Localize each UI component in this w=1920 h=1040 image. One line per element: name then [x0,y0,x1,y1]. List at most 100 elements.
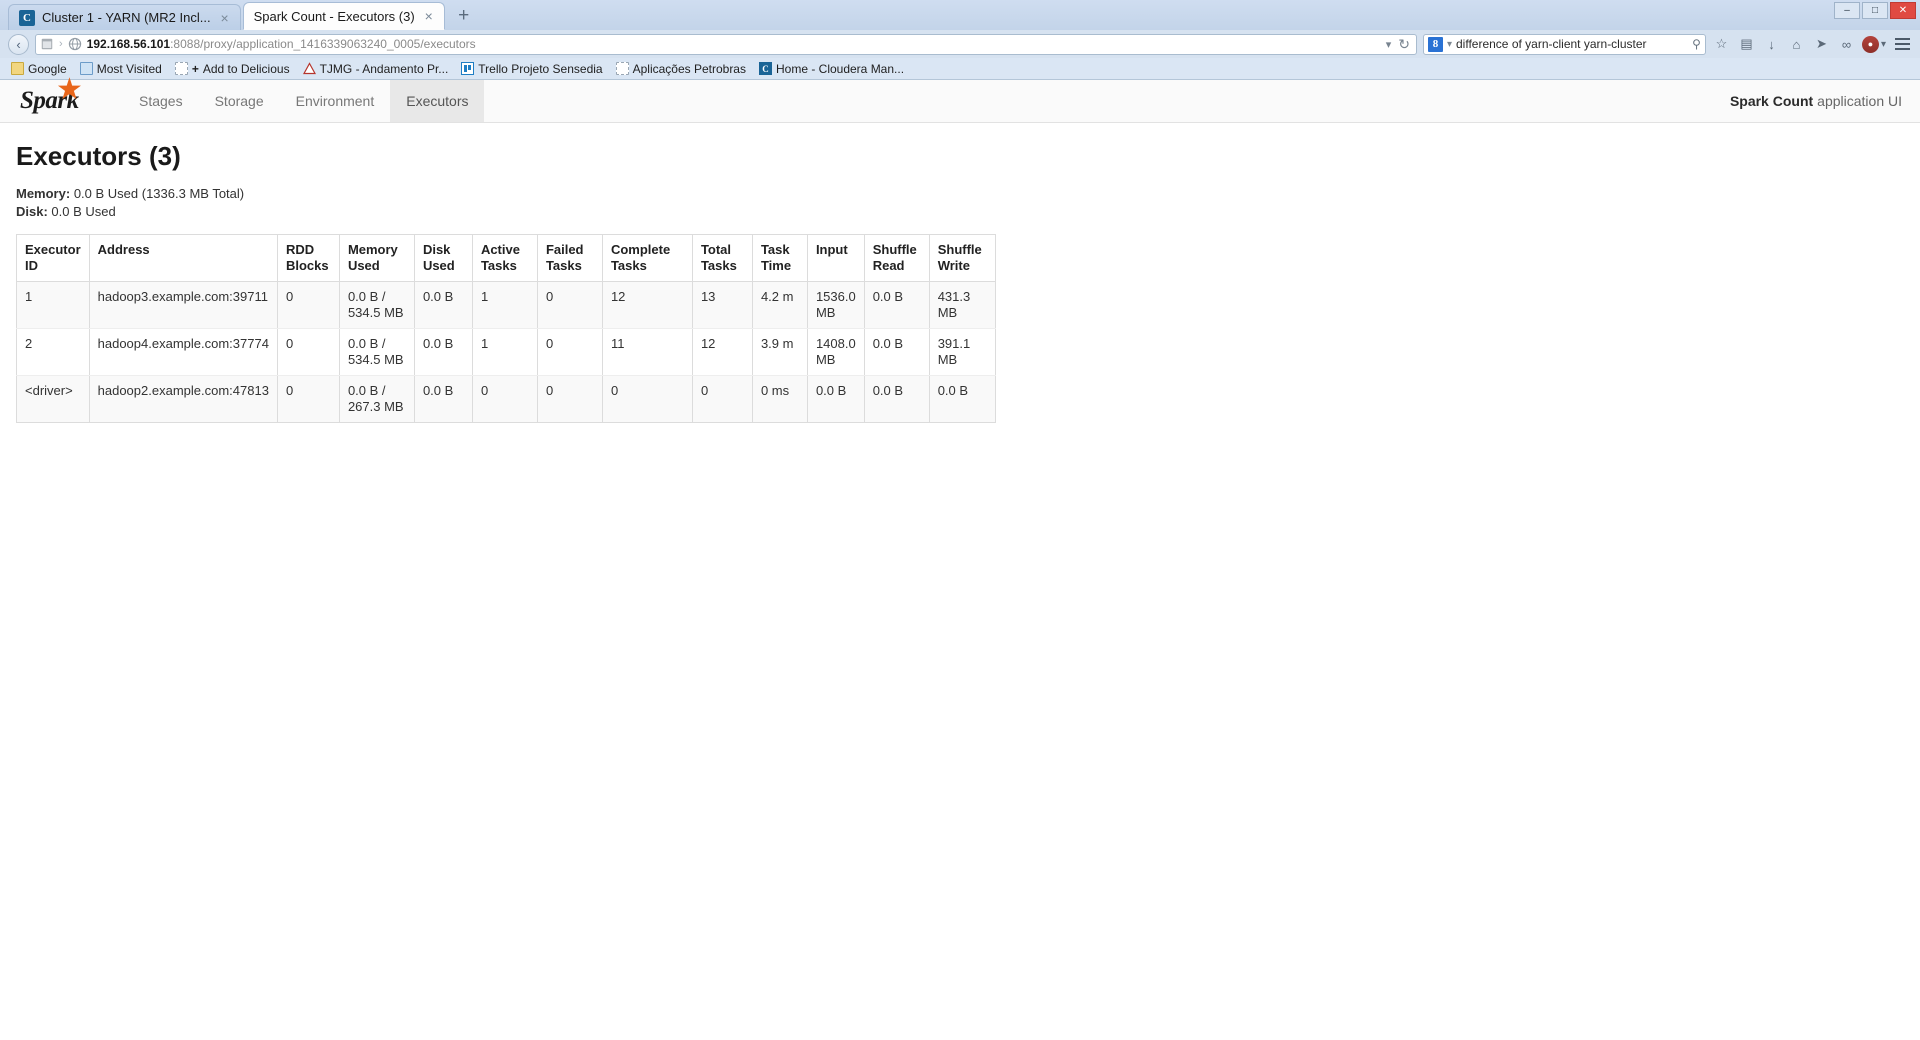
column-header-total-tasks[interactable]: Total Tasks [692,234,753,282]
menu-line [1894,48,1910,50]
browser-tab-spark[interactable]: Spark Count - Executors (3) × [242,2,445,30]
cell-rdd-blocks: 0 [277,328,340,376]
cell-executor-id: 2 [16,328,90,376]
memory-value: 0.0 B Used (1336.3 MB Total) [73,186,245,201]
navigation-toolbar: ‹ › 192.168.56.101:8088/proxy/applicatio… [0,30,1920,58]
address-bar[interactable]: › 192.168.56.101:8088/proxy/application_… [35,33,1417,55]
cell-total-tasks: 0 [692,375,753,423]
tab-strip: C Cluster 1 - YARN (MR2 Incl... × Spark … [0,0,1920,30]
cell-address: hadoop2.example.com:47813 [89,375,278,423]
cell-address: hadoop3.example.com:39711 [89,281,278,329]
column-header-address[interactable]: Address [89,234,278,282]
cell-total-tasks: 12 [692,328,753,376]
bookmark-label: TJMG - Andamento Pr... [319,61,449,76]
bookmark-most-visited[interactable]: Most Visited [75,61,167,77]
summary-block: Memory: 0.0 B Used (1336.3 MB Total) Dis… [16,186,1920,220]
main-content: Executors (3) Memory: 0.0 B Used (1336.3… [0,123,1920,423]
disk-summary: Disk: 0.0 B Used [16,204,1920,220]
close-window-button[interactable]: ✕ [1890,2,1916,19]
cell-shuffle-read: 0.0 B [864,375,930,423]
reload-icon[interactable]: ↻ [1398,36,1410,53]
cell-complete-tasks: 12 [602,281,693,329]
site-identity-icon [41,38,53,50]
browser-tab-cluster[interactable]: C Cluster 1 - YARN (MR2 Incl... × [8,4,241,30]
url-path: :8088/proxy/application_1416339063240_00… [170,37,476,51]
bookmark-cloudera[interactable]: C Home - Cloudera Man... [754,61,909,77]
cell-input: 0.0 B [807,375,865,423]
maximize-button[interactable]: □ [1862,2,1888,19]
cell-shuffle-write: 0.0 B [929,375,996,423]
sync-icon[interactable]: ∞ [1837,35,1856,54]
search-input[interactable]: difference of yarn-client yarn-cluster [1456,37,1688,51]
home-icon[interactable]: ⌂ [1787,35,1806,54]
column-header-disk-used[interactable]: Disk Used [414,234,473,282]
google-icon[interactable]: 8 [1427,36,1443,52]
address-bar-actions: ▾ ↻ [1386,36,1412,53]
bookmark-trello[interactable]: Trello Projeto Sensedia [456,61,607,77]
nav-item-storage[interactable]: Storage [199,80,280,122]
column-header-active-tasks[interactable]: Active Tasks [472,234,538,282]
bookmark-label: Home - Cloudera Man... [775,61,905,76]
hamburger-menu-button[interactable] [1892,38,1912,50]
bookmark-tjmg[interactable]: TJMG - Andamento Pr... [298,61,454,77]
column-header-shuffle-write[interactable]: Shuffle Write [929,234,996,282]
bookmark-star-icon[interactable]: ☆ [1712,35,1731,54]
nav-item-environment[interactable]: Environment [280,80,391,122]
downloads-icon[interactable]: ↓ [1762,35,1781,54]
memory-summary: Memory: 0.0 B Used (1336.3 MB Total) [16,186,1920,202]
nav-item-executors[interactable]: Executors [390,80,485,122]
dotted-icon [174,62,188,75]
cell-shuffle-write: 391.1 MB [929,328,996,376]
search-icon[interactable]: ⚲ [1692,37,1701,51]
bookmark-label: Trello Projeto Sensedia [478,61,603,76]
cell-memory-used: 0.0 B / 534.5 MB [339,281,415,329]
cell-input: 1408.0 MB [807,328,865,376]
close-icon[interactable]: × [218,11,232,25]
folder-icon [11,62,24,75]
cell-complete-tasks: 11 [602,328,693,376]
search-bar[interactable]: 8 ▾ difference of yarn-client yarn-clust… [1422,33,1706,55]
column-header-task-time[interactable]: Task Time [752,234,808,282]
minimize-button[interactable]: – [1834,2,1860,19]
nav-item-stages[interactable]: Stages [123,80,199,122]
back-button[interactable]: ‹ [8,33,29,55]
tab-title: Cluster 1 - YARN (MR2 Incl... [42,10,211,25]
profile-button[interactable]: ● ▾ [1861,35,1886,53]
table-row: <driver> hadoop2.example.com:47813 0 0.0… [16,375,996,423]
bookmarks-bar: Google Most Visited + Add to Delicious T… [0,58,1920,80]
disk-label: Disk: [16,204,48,219]
cell-rdd-blocks: 0 [277,375,340,423]
page-title: Executors (3) [16,141,181,171]
column-header-failed-tasks[interactable]: Failed Tasks [537,234,603,282]
column-header-shuffle-read[interactable]: Shuffle Read [864,234,930,282]
avatar: ● [1861,35,1879,53]
spark-logo[interactable]: Spark ★ [20,75,98,122]
bookmark-add-to-delicious[interactable]: + Add to Delicious [170,61,295,77]
chevron-down-icon[interactable]: ▾ [1386,38,1392,51]
column-header-memory-used[interactable]: Memory Used [339,234,415,282]
tjmg-icon [302,62,316,75]
cell-failed-tasks: 0 [537,281,603,329]
share-icon[interactable]: ➤ [1812,35,1831,54]
cell-memory-used: 0.0 B / 534.5 MB [339,328,415,376]
column-header-executor-id[interactable]: Executor ID [16,234,90,282]
column-header-complete-tasks[interactable]: Complete Tasks [602,234,693,282]
reading-list-icon[interactable]: ▤ [1737,35,1756,54]
cell-executor-id: 1 [16,281,90,329]
chevron-down-icon[interactable]: ▾ [1881,39,1886,50]
bookmark-petrobras[interactable]: Aplicações Petrobras [611,61,751,77]
chevron-down-icon[interactable]: ▾ [1447,39,1452,50]
new-tab-button[interactable]: + [451,3,477,29]
cloudera-icon: C [758,62,772,75]
application-name: Spark Count application UI [1730,80,1920,122]
cell-total-tasks: 13 [692,281,753,329]
cell-task-time: 4.2 m [752,281,808,329]
plus-icon: + [191,61,199,76]
column-header-input[interactable]: Input [807,234,865,282]
column-header-rdd-blocks[interactable]: RDD Blocks [277,234,340,282]
close-icon[interactable]: × [422,9,436,23]
url-text: 192.168.56.101:8088/proxy/application_14… [87,37,1381,51]
cell-address: hadoop4.example.com:37774 [89,328,278,376]
cell-rdd-blocks: 0 [277,281,340,329]
spark-nav-items: Stages Storage Environment Executors [123,80,485,122]
